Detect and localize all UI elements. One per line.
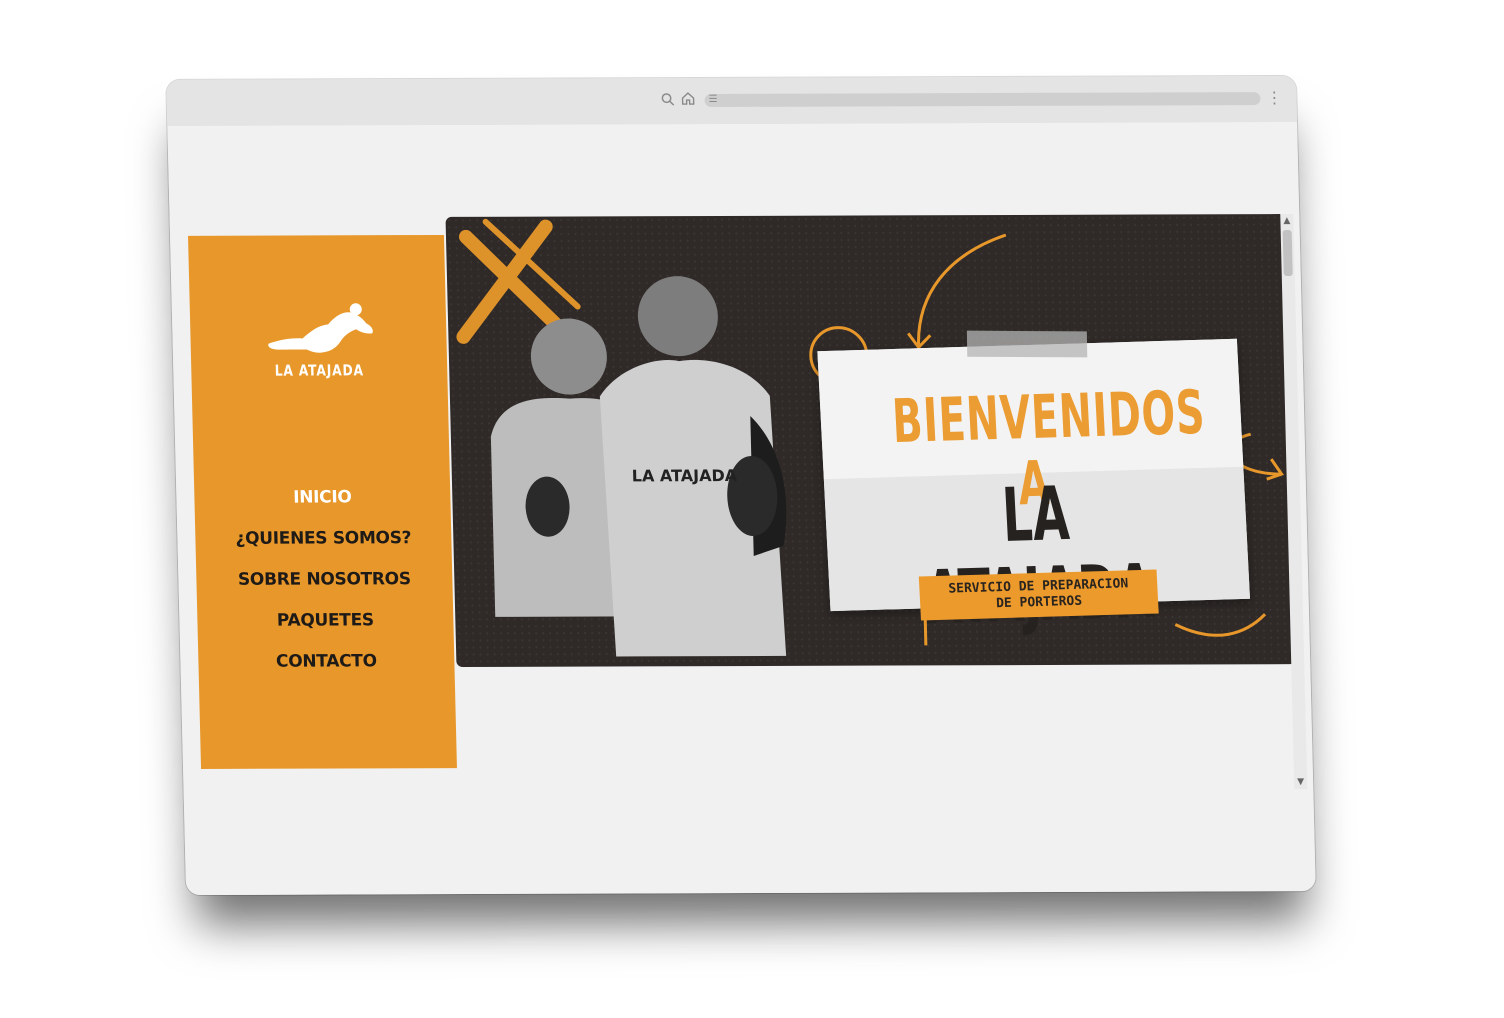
nav-item-paquetes[interactable]: PAQUETES — [197, 600, 454, 642]
shirt-print: LA ATAJADA — [632, 466, 738, 485]
settings-icon[interactable]: ☰ — [708, 92, 717, 108]
scroll-down-icon[interactable]: ▼ — [1294, 777, 1307, 787]
hero-banner: LA ATAJADA BIENVENIDOS A LA ATAJADA SERV… — [445, 214, 1297, 668]
page-viewport: LA ATAJADA INICIO ¿QUIENES SOMOS? SOBRE … — [167, 121, 1316, 896]
browser-window: ☰ ⋮ LA ATAJADA INICIO ¿QUIENES SOMOS? SO… — [166, 75, 1316, 896]
main-nav: INICIO ¿QUIENES SOMOS? SOBRE NOSOTROS PA… — [194, 477, 455, 683]
search-icon[interactable] — [660, 92, 675, 109]
home-icon[interactable] — [680, 91, 695, 109]
browser-titlebar: ☰ ⋮ — [166, 75, 1298, 127]
sidebar: LA ATAJADA INICIO ¿QUIENES SOMOS? SOBRE … — [188, 234, 457, 769]
address-bar[interactable]: ☰ — [704, 92, 1261, 108]
tape-decoration — [966, 330, 1088, 358]
mockup-scene: ☰ ⋮ LA ATAJADA INICIO ¿QUIENES SOMOS? SO… — [0, 0, 1504, 1018]
hero-subtitle: SERVICIO DE PREPARACION DE PORTEROS — [918, 569, 1159, 621]
welcome-card: BIENVENIDOS A LA ATAJADA SERVICIO DE PRE… — [817, 330, 1250, 641]
nav-item-quienes-somos[interactable]: ¿QUIENES SOMOS? — [195, 518, 452, 560]
nav-item-sobre-nosotros[interactable]: SOBRE NOSOTROS — [196, 559, 453, 601]
scroll-up-icon[interactable]: ▲ — [1280, 216, 1293, 226]
nav-item-contacto[interactable]: CONTACTO — [198, 641, 455, 683]
more-vertical-icon[interactable]: ⋮ — [1266, 88, 1282, 107]
nav-item-inicio[interactable]: INICIO — [194, 477, 451, 519]
scroll-thumb[interactable] — [1282, 230, 1293, 277]
goalkeeper-diving-icon — [268, 303, 373, 353]
brand-name: LA ATAJADA — [274, 361, 365, 380]
brand-logo[interactable]: LA ATAJADA — [190, 299, 448, 380]
